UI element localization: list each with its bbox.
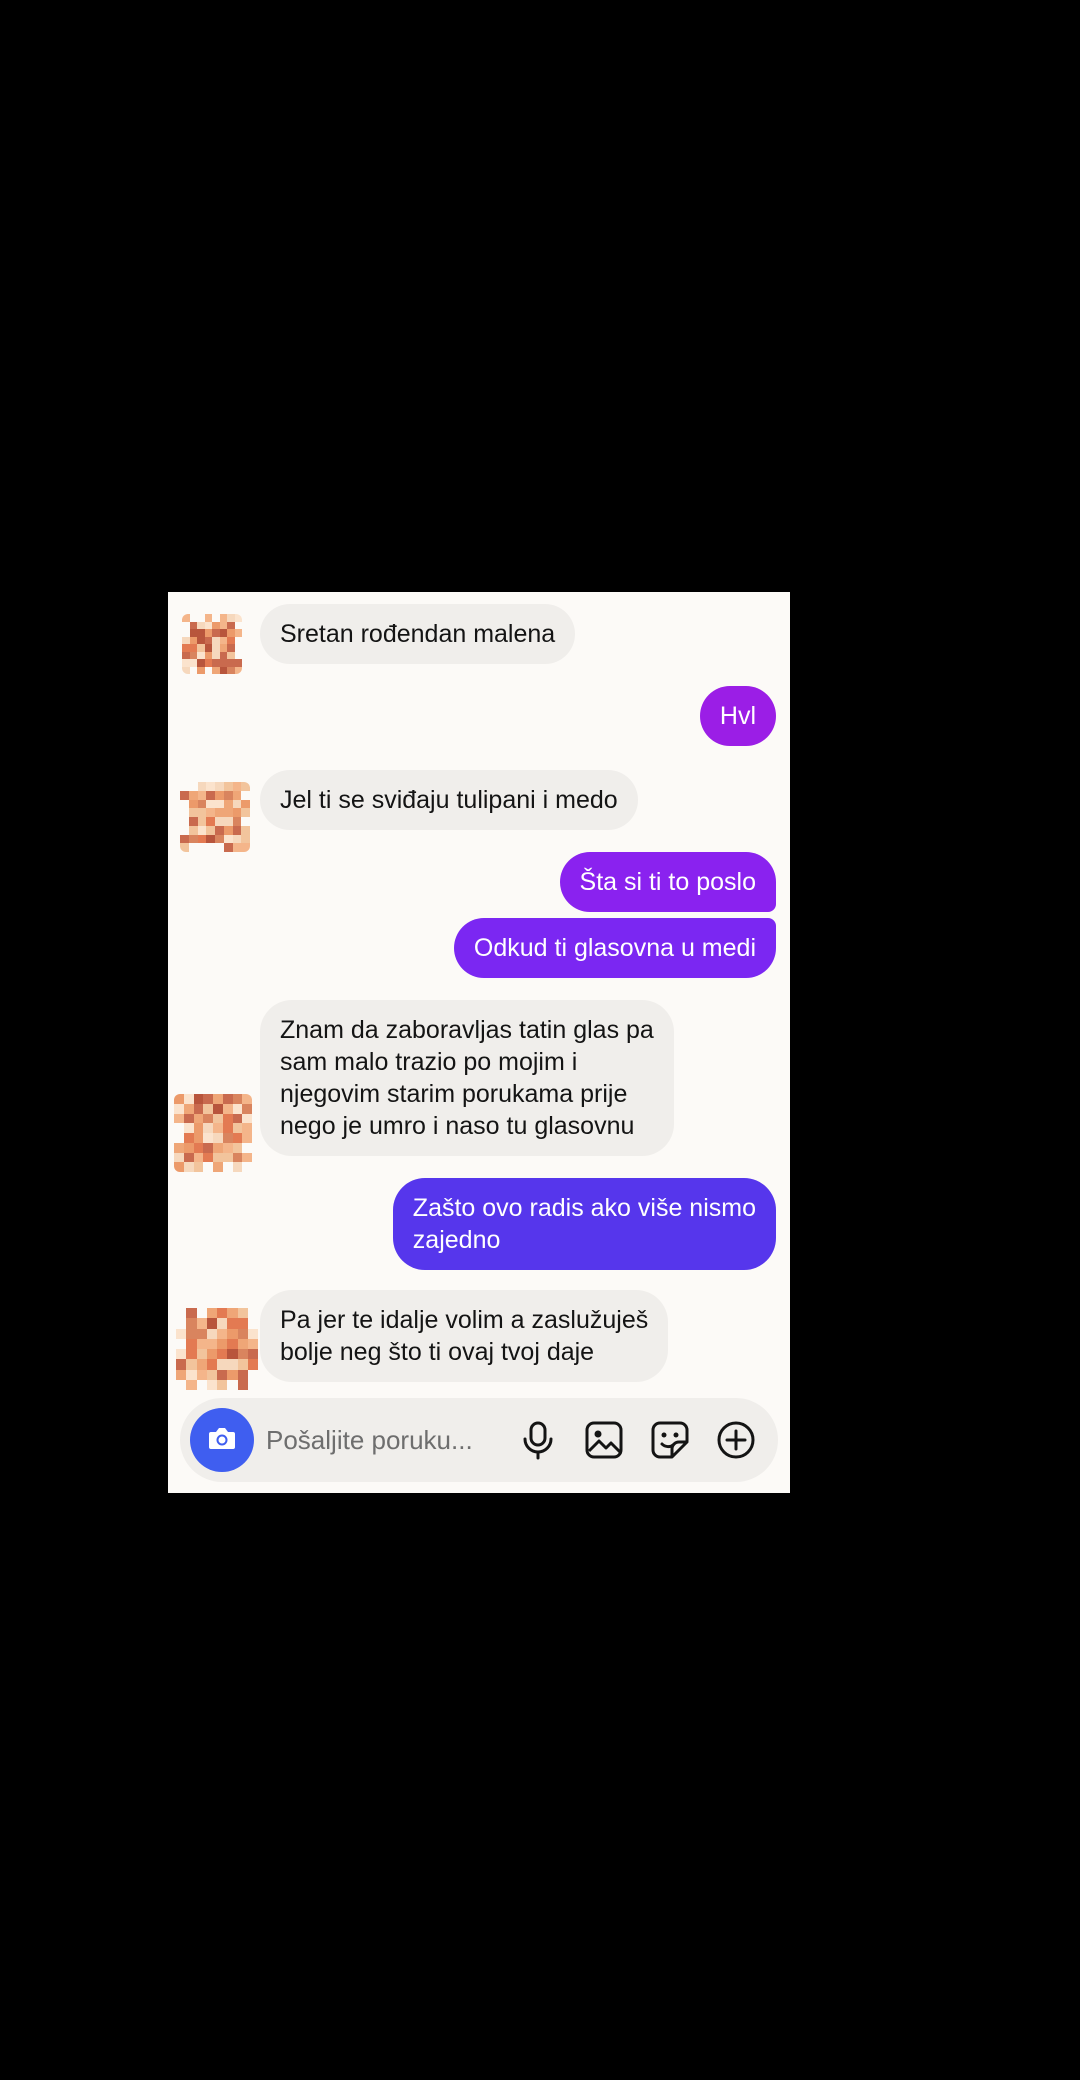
message-bubble-incoming[interactable]: Znam da zaboravljas tatin glas pa sam ma… [260,1000,674,1156]
camera-icon [205,1421,239,1460]
avatar[interactable] [176,1308,258,1390]
plus-icon[interactable] [716,1420,756,1460]
chat-screen: Sretan rođendan malena Hvl Jel ti se svi… [168,592,790,1493]
message-bubble-incoming[interactable]: Pa jer te idalje volim a zaslužuješ bolj… [260,1290,669,1382]
gallery-icon[interactable] [584,1420,624,1460]
message-bubble-outgoing[interactable]: Hvl [699,686,776,746]
message-composer: Pošaljite poruku... [180,1398,778,1482]
message-input[interactable]: Pošaljite poruku... [266,1422,473,1458]
message-bubble-incoming[interactable]: Sretan rođendan malena [260,604,576,664]
avatar[interactable] [182,614,242,674]
microphone-icon[interactable] [518,1420,558,1460]
message-bubble-outgoing[interactable]: Šta si ti to poslo [559,852,776,912]
message-bubble-incoming[interactable]: Jel ti se sviđaju tulipani i medo [260,770,638,830]
avatar[interactable] [180,782,250,852]
sticker-icon[interactable] [650,1420,690,1460]
message-bubble-outgoing[interactable]: Odkud ti glasovna u medi [453,918,776,978]
message-bubble-outgoing[interactable]: Zašto ovo radis ako više nismo zajedno [392,1178,776,1270]
camera-button[interactable] [190,1408,254,1472]
avatar[interactable] [174,1094,252,1172]
